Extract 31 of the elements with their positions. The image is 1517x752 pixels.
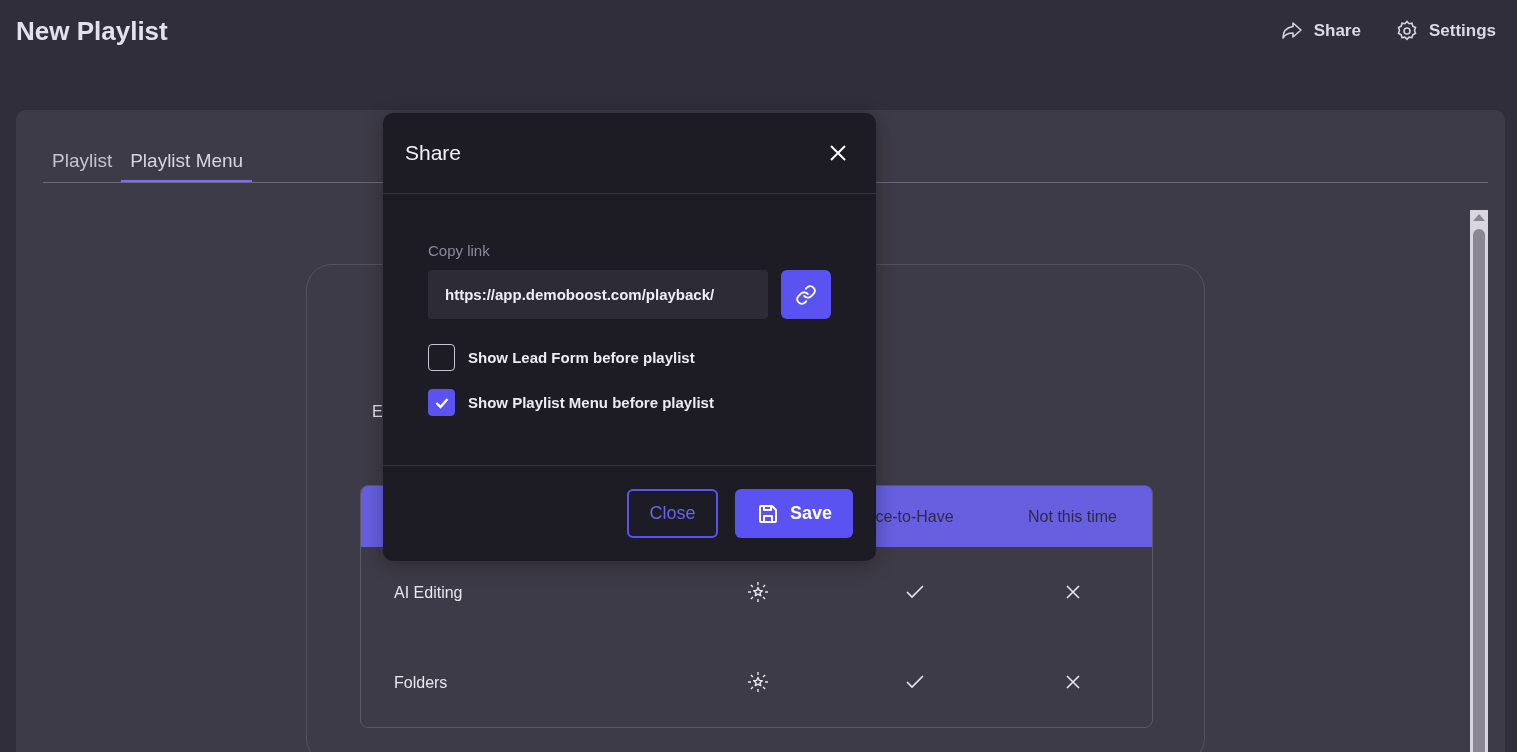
header-action-button[interactable]: Settings	[1394, 19, 1496, 43]
sparkle-icon	[746, 671, 769, 693]
copy-link-button[interactable]	[781, 270, 831, 319]
feature-name: AI Editing	[394, 583, 463, 601]
close-button[interactable]: Close	[627, 489, 718, 538]
column-header: ce-to-Have	[874, 507, 955, 526]
check-icon	[905, 585, 924, 599]
dialog-title: Share	[405, 141, 462, 165]
close-button[interactable]	[830, 145, 846, 161]
checkbox-label: Show Lead Form before playlist	[468, 349, 695, 366]
page-title: New Playlist	[16, 15, 168, 47]
close-icon	[1065, 675, 1080, 689]
checkbox-label: Show Playlist Menu before playlist	[468, 394, 714, 411]
tab[interactable]: Playlist Menu	[121, 146, 253, 182]
tab[interactable]: Playlist	[43, 146, 122, 182]
checkbox[interactable]	[428, 344, 455, 371]
close-icon	[1065, 585, 1080, 599]
feature-name: Folders	[394, 673, 448, 691]
checkmark-icon	[434, 396, 449, 409]
link-field[interactable]: https://app.demoboost.com/playback/	[428, 270, 768, 319]
save-button[interactable]: Save	[735, 489, 853, 538]
check-icon	[905, 675, 924, 689]
scrollbar[interactable]	[1470, 210, 1488, 752]
checkbox[interactable]	[428, 389, 455, 416]
close-icon	[830, 145, 846, 161]
link-icon	[795, 283, 817, 306]
sparkle-icon	[746, 581, 769, 603]
column-header: Not this time	[1027, 507, 1118, 526]
field-label: Copy link	[428, 242, 490, 259]
header-action-button[interactable]: Share	[1279, 19, 1361, 43]
intro-text: E	[372, 403, 383, 421]
